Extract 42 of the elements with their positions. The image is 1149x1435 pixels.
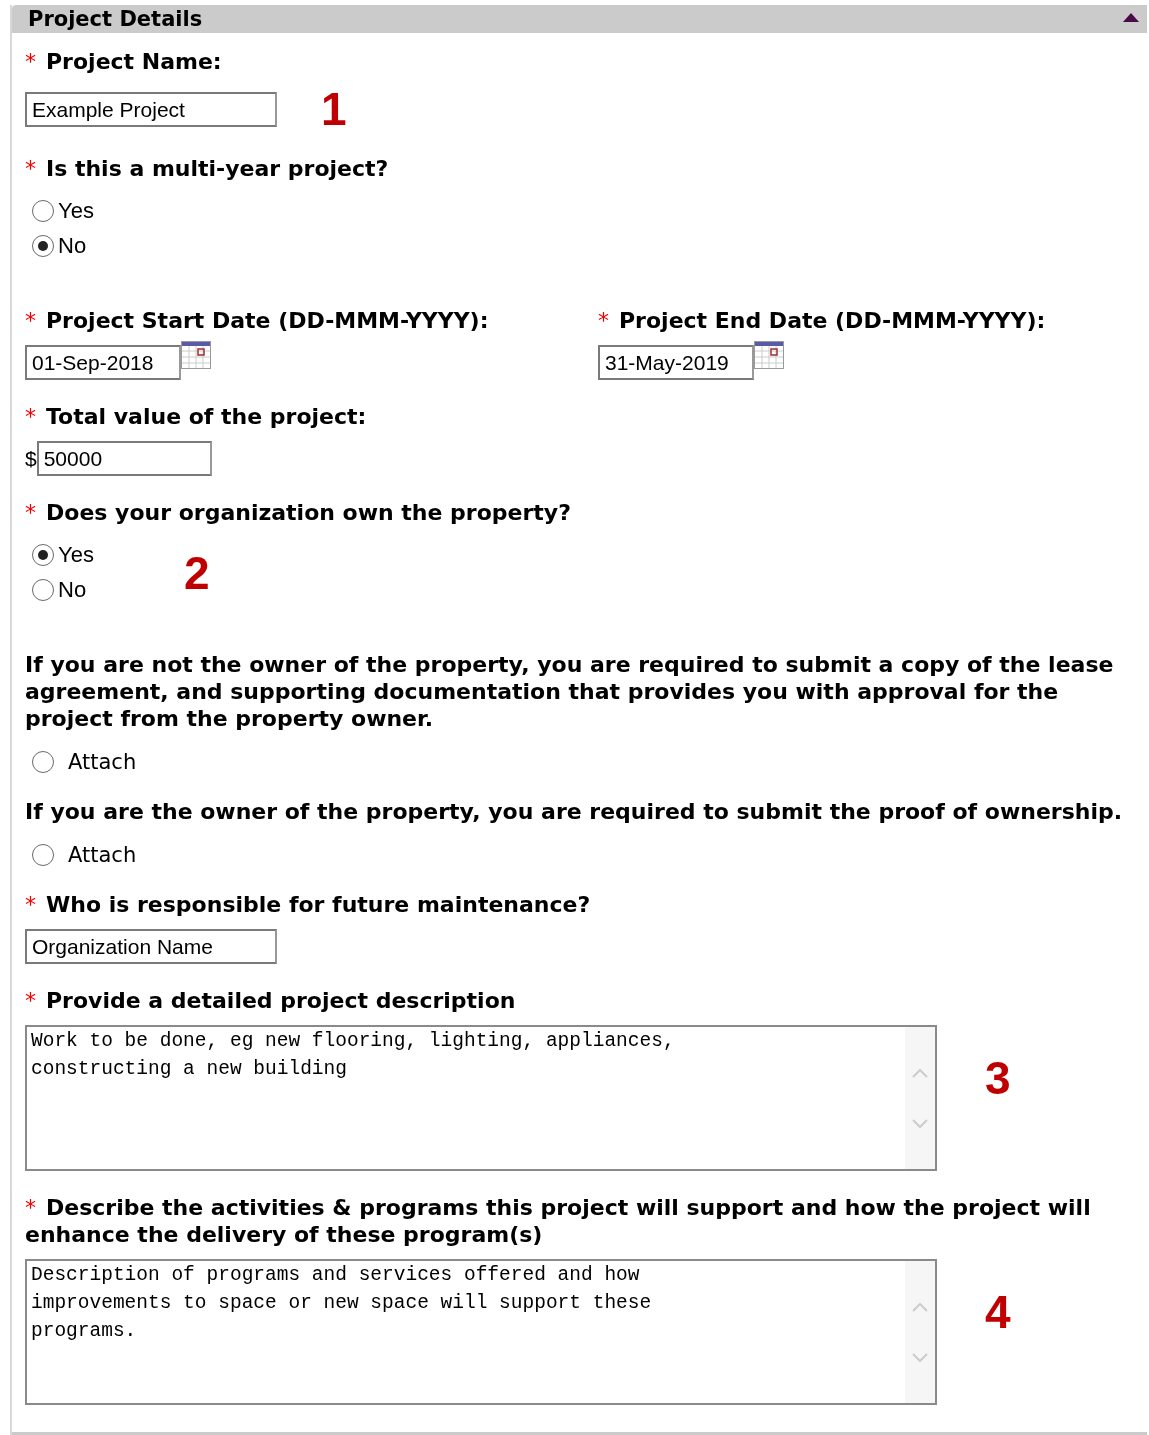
text-field[interactable]: Example Project	[25, 91, 277, 127]
panel-header[interactable]: Project Details	[12, 5, 1147, 33]
date-field[interactable]: 01-Sep-2018	[25, 345, 181, 380]
radio-label: Yes	[58, 542, 94, 568]
amount-field[interactable]: 50000	[36, 441, 212, 476]
instruction-text: If you are not the owner of the property, you are required to submit a copy of the lease agreement, and supporting documentation that provides you with approval for the project from the property owner.	[25, 651, 1115, 732]
callout-number: 4	[985, 1289, 1011, 1335]
text-field[interactable]: Organization Name	[25, 929, 277, 964]
radio-button[interactable]	[32, 579, 54, 601]
field-label: * Total value of the project:	[25, 403, 368, 430]
field-label: * Describe the activities & programs this project will support and how the project will enhance the delivery of these program(s)	[25, 1194, 1092, 1248]
text-area[interactable]: Description of programs and services offered and how improvements to space or new space will support these programs.	[25, 1259, 937, 1405]
field-label: * Is this a multi-year project?	[25, 155, 390, 182]
callout-number: 3	[985, 1055, 1011, 1101]
currency-sign: $	[25, 446, 37, 471]
field-label: * Provide a detailed project description	[25, 987, 517, 1014]
field-label: * Project Start Date (DD-MMM-YYYY):	[25, 307, 490, 334]
calendar-icon[interactable]	[181, 341, 211, 369]
text-area[interactable]: Work to be done, eg new flooring, lighting, appliances, constructing a new building	[25, 1025, 937, 1171]
radio-label: No	[58, 233, 87, 259]
radio-label: Attach	[68, 842, 137, 868]
radio-button[interactable]	[32, 544, 54, 566]
radio-button[interactable]	[32, 751, 54, 773]
radio-button[interactable]	[32, 235, 54, 257]
field-label: * Project Name:	[25, 48, 223, 75]
radio-button[interactable]	[32, 844, 54, 866]
instruction-text: If you are the owner of the property, you are required to submit the proof of ownership.	[25, 798, 1124, 825]
radio-label: Yes	[58, 198, 94, 224]
panel-title: Project Details	[28, 7, 203, 31]
field-label: * Who is responsible for future maintenance?	[25, 891, 592, 918]
field-label: * Does your organization own the property?	[25, 499, 572, 526]
scroll-bar[interactable]	[905, 1027, 935, 1169]
radio-label: No	[58, 577, 87, 603]
radio-label: Attach	[68, 749, 137, 775]
callout-number: 1	[321, 86, 347, 132]
collapse-icon[interactable]	[1121, 11, 1141, 23]
callout-number: 2	[183, 549, 210, 596]
radio-button[interactable]	[32, 200, 54, 222]
calendar-icon[interactable]	[754, 341, 784, 369]
scroll-bar[interactable]	[905, 1261, 935, 1403]
field-label: * Project End Date (DD-MMM-YYYY):	[598, 307, 1047, 334]
date-field[interactable]: 31-May-2019	[598, 345, 754, 380]
